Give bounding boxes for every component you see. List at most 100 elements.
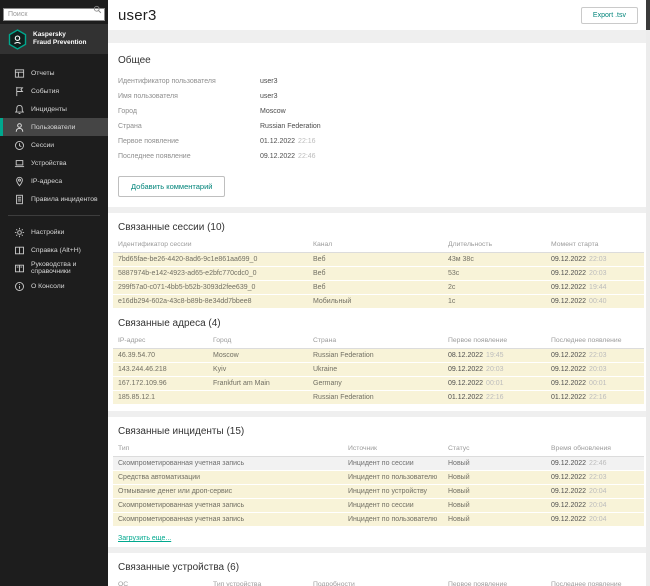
- vertical-scrollbar[interactable]: [646, 0, 650, 586]
- last-seen-value: 09.12.2022 22:46: [260, 153, 316, 160]
- column-header: Тип: [118, 445, 130, 452]
- sidebar-item-about[interactable]: О Консоли: [0, 277, 108, 295]
- search-input[interactable]: [3, 8, 105, 21]
- sidebar-item-label: Руководства и справочники: [31, 261, 77, 275]
- status-badge[interactable]: Новый: [443, 499, 546, 513]
- device-icon: [14, 158, 25, 169]
- country-cell: Russian Federation: [313, 351, 374, 359]
- date-part: 09.12.2022: [551, 515, 587, 523]
- time-part: 22:03: [589, 473, 607, 481]
- logo-line2: Fraud Prevention: [33, 39, 87, 46]
- sidebar-item-users[interactable]: Пользователи: [0, 118, 108, 136]
- sidebar-item-help[interactable]: Справка (Alt+H): [0, 241, 108, 259]
- time-part: 22:03: [589, 255, 607, 263]
- updated-cell: 09.12.2022 22:46: [546, 457, 644, 471]
- date-part: 09.12.2022: [448, 379, 484, 387]
- kaspersky-hexagon-icon: [8, 28, 27, 50]
- table-row[interactable]: Средства автоматизации Инцидент по польз…: [113, 471, 644, 485]
- general-section: Общее Идентификатор пользователя user3 И…: [108, 43, 650, 207]
- table-row[interactable]: 299f57a0-c071-4bb5-b52b-3093d2fee639_0 В…: [113, 281, 644, 295]
- table-row[interactable]: Отмывание денег или дроп-сервис Инцидент…: [113, 485, 644, 499]
- field-label: Первое появление: [118, 138, 179, 145]
- devices-table-header: ОС Тип устройства Подробности Первое поя…: [113, 581, 644, 586]
- time-part: 22:16: [486, 393, 504, 401]
- sidebar-item-devices[interactable]: Устройства: [0, 154, 108, 172]
- source-cell: Инцидент по пользователю: [348, 515, 438, 523]
- add-comment-button[interactable]: Добавить комментарий: [118, 176, 226, 197]
- column-header: Канал: [313, 241, 333, 248]
- sidebar-item-settings[interactable]: Настройки: [0, 223, 108, 241]
- devices-section-title: Связанные устройства (6): [118, 562, 240, 573]
- table-row[interactable]: 5887974b-e142-4923-ad65-e2bfc770cdc0_0 В…: [113, 267, 644, 281]
- time-part: 22:16: [589, 393, 607, 401]
- sidebar-item-ip-addresses[interactable]: IP-адреса: [0, 172, 108, 190]
- sidebar-item-incidents[interactable]: Инциденты: [0, 100, 108, 118]
- date-part: 09.12.2022: [448, 365, 484, 373]
- load-more-link[interactable]: Загрузить еще...: [118, 535, 171, 542]
- bell-icon: [14, 104, 25, 115]
- column-header: Последнее появление: [551, 581, 622, 586]
- first-seen-cell: 01.12.2022 22:16: [443, 391, 546, 405]
- addresses-section: Связанные адреса (4) IP-адрес Город Стра…: [108, 309, 650, 405]
- page-header: user3 Export .tsv: [108, 0, 650, 30]
- user-name-value: user3: [260, 93, 278, 100]
- incidents-section: Связанные инциденты (15) Тип Источник Ст…: [108, 417, 650, 547]
- start-cell: 09.12.2022 19:44: [546, 281, 644, 295]
- column-header: IP-адрес: [118, 337, 146, 344]
- status-badge[interactable]: Новый: [443, 471, 546, 485]
- table-row[interactable]: 46.39.54.70 Moscow Russian Federation 08…: [113, 349, 644, 363]
- status-badge[interactable]: Новый: [443, 457, 546, 471]
- incident-type-cell: Средства автоматизации: [118, 473, 201, 481]
- table-row[interactable]: 167.172.109.96 Frankfurt am Main Germany…: [113, 377, 644, 391]
- table-row[interactable]: 143.244.46.218 Kyiv Ukraine 09.12.2022 20…: [113, 363, 644, 377]
- scrollbar-thumb[interactable]: [646, 0, 650, 30]
- date-part: 09.12.2022: [551, 283, 587, 291]
- user-id-value: user3: [260, 78, 278, 85]
- date-part: 09.12.2022: [551, 487, 587, 495]
- field-label: Город: [118, 108, 137, 115]
- city-cell: Moscow: [213, 351, 239, 359]
- start-cell: 09.12.2022 22:03: [546, 253, 644, 267]
- column-header: Подробности: [313, 581, 355, 586]
- time-part: 22:46: [589, 459, 607, 467]
- sidebar-item-sessions[interactable]: Сессии: [0, 136, 108, 154]
- guide-icon: [14, 263, 25, 274]
- channel-cell: Веб: [313, 255, 326, 263]
- status-badge[interactable]: Новый: [443, 513, 546, 527]
- date-part: 09.12.2022: [551, 297, 587, 305]
- field-label: Страна: [118, 123, 142, 130]
- field-row: Идентификатор пользователя user3: [118, 74, 644, 89]
- updated-cell: 09.12.2022 20:04: [546, 513, 644, 527]
- logo-line1: Kaspersky: [33, 30, 66, 38]
- channel-cell: Веб: [313, 283, 326, 291]
- table-row[interactable]: e16db294-602a-43c8-b89b-8e34dd7bbee8 Моб…: [113, 295, 644, 309]
- source-cell: Инцидент по пользователю: [348, 473, 438, 481]
- date-part: 01.12.2022: [551, 393, 587, 401]
- incidents-section-title: Связанные инциденты (15): [118, 426, 245, 437]
- sidebar-item-label: Сессии: [31, 141, 55, 149]
- sidebar-item-incident-rules[interactable]: Правила инцидентов: [0, 190, 108, 208]
- table-row[interactable]: Скомпрометированная учетная запись Инцид…: [113, 457, 644, 471]
- table-row[interactable]: Скомпрометированная учетная запись Инцид…: [113, 513, 644, 527]
- status-badge[interactable]: Новый: [443, 485, 546, 499]
- country-cell: Russian Federation: [313, 393, 374, 401]
- sidebar-divider: [8, 215, 100, 216]
- date-part: 09.12.2022: [551, 459, 587, 467]
- table-row[interactable]: 7bd65fae-be26-4420-8ad6-9c1e861aa699_0 В…: [113, 253, 644, 267]
- sidebar-item-reports[interactable]: Отчеты: [0, 64, 108, 82]
- column-header: Тип устройства: [213, 581, 262, 586]
- sessions-section-title: Связанные сессии (10): [118, 222, 225, 233]
- section-separator: [108, 30, 650, 43]
- field-label: Идентификатор пользователя: [118, 78, 216, 85]
- last-seen-cell: 09.12.2022 00:01: [546, 377, 644, 391]
- sidebar-item-label: Настройки: [31, 228, 65, 236]
- table-row[interactable]: Скомпрометированная учетная запись Инцид…: [113, 499, 644, 513]
- sidebar-item-guides[interactable]: Руководства и справочники: [0, 259, 108, 277]
- devices-table: ОС Тип устройства Подробности Первое поя…: [113, 581, 644, 586]
- date-part: 09.12.2022: [551, 473, 587, 481]
- session-id-cell: 7bd65fae-be26-4420-8ad6-9c1e861aa699_0: [118, 255, 258, 263]
- export-tsv-button[interactable]: Export .tsv: [580, 6, 638, 24]
- sidebar-item-events[interactable]: События: [0, 82, 108, 100]
- table-row[interactable]: 185.85.12.1 Russian Federation 01.12.202…: [113, 391, 644, 405]
- help-icon: [14, 245, 25, 256]
